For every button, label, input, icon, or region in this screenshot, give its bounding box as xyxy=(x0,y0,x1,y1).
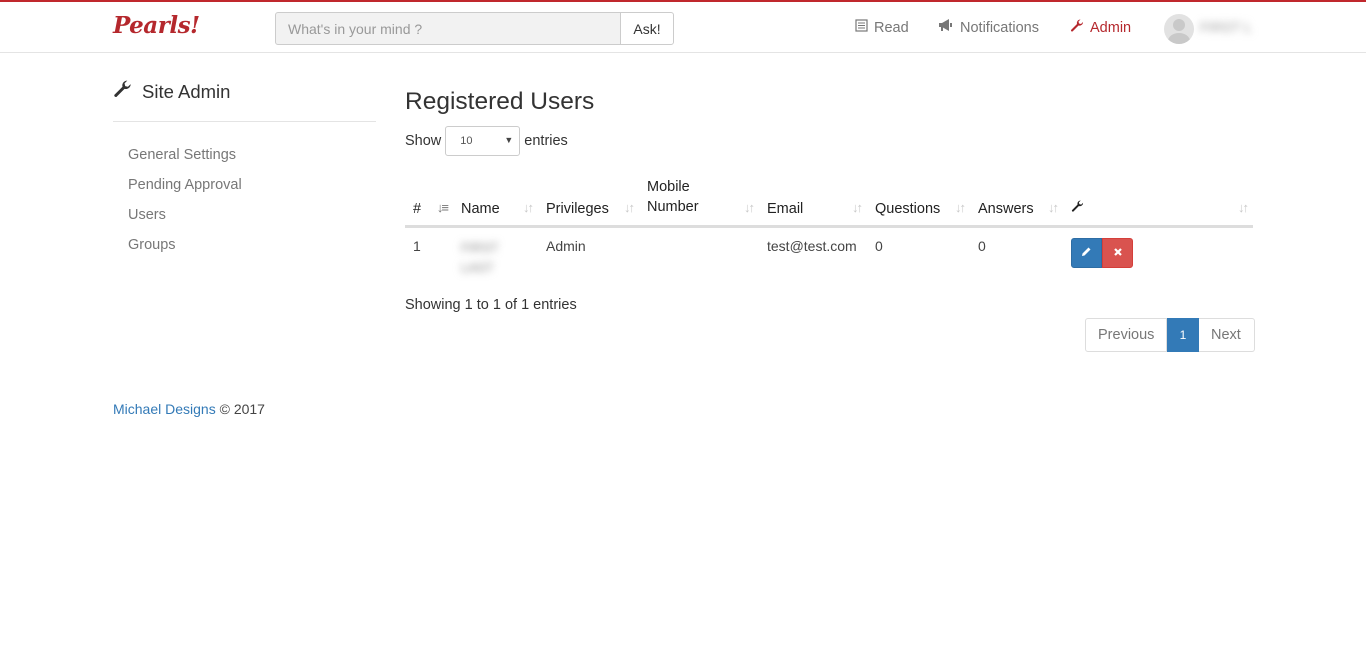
sidebar-item-users[interactable]: Users xyxy=(128,207,242,237)
column-header-label: Answers xyxy=(978,200,1034,217)
cell-answers: 0 xyxy=(978,237,986,254)
book-icon xyxy=(855,19,868,36)
column-header-label: Email xyxy=(767,200,804,217)
column-header-mobile[interactable]: Mobile Number ↓↑ xyxy=(639,170,759,228)
user-last-name: LAST xyxy=(461,259,494,275)
edit-user-button[interactable] xyxy=(1071,237,1102,268)
pagination: Previous 1 Next xyxy=(1085,318,1255,352)
table-row: 1 FIRST LAST Admin test@test.com 0 0 xyxy=(405,226,1253,278)
entries-select-value: 10 xyxy=(460,135,473,147)
avatar[interactable] xyxy=(1164,14,1194,44)
pagination-next[interactable]: Next xyxy=(1199,318,1255,352)
sort-icon: ↓↑ xyxy=(523,199,534,215)
sidebar-title: Site Admin xyxy=(113,80,230,104)
sidebar-item-pending-approval[interactable]: Pending Approval xyxy=(128,177,242,207)
entries-length-control: Show 10 ▼ entries xyxy=(405,126,568,156)
column-header-privileges[interactable]: Privileges ↓↑ xyxy=(538,170,639,228)
brand-logo[interactable]: Pearls! xyxy=(113,12,200,39)
ask-button[interactable]: Ask! xyxy=(620,12,674,45)
pagination-previous[interactable]: Previous xyxy=(1085,318,1167,352)
column-header-answers[interactable]: Answers ↓↑ xyxy=(970,170,1063,228)
users-table: # ↓≡ Name ↓↑ Privileges ↓↑ Mobile Number ↓↑ … xyxy=(405,170,1253,278)
footer-company-link[interactable]: Michael Designs xyxy=(113,401,216,417)
wrench-icon xyxy=(1071,199,1084,217)
footer: Michael Designs © 2017 xyxy=(113,401,265,417)
sort-icon: ↓↑ xyxy=(1238,199,1249,215)
column-header-label: Questions xyxy=(875,200,941,217)
nav-notifications-label: Notifications xyxy=(960,19,1039,36)
nav-read-label: Read xyxy=(874,19,909,36)
column-header-id[interactable]: # ↓≡ xyxy=(405,170,453,228)
sidebar-item-general-settings[interactable]: General Settings xyxy=(128,147,242,177)
search-input[interactable] xyxy=(275,12,621,45)
sidebar-title-label: Site Admin xyxy=(142,81,231,102)
cell-actions xyxy=(1063,226,1253,278)
cell-email: test@test.com xyxy=(767,237,857,254)
wrench-icon xyxy=(113,80,132,104)
row-actions xyxy=(1071,237,1253,268)
column-header-label: Name xyxy=(461,200,500,217)
cell-name: FIRST LAST xyxy=(453,226,538,278)
show-label: Show xyxy=(405,133,442,149)
sort-icon: ↓↑ xyxy=(852,199,863,215)
column-header-email[interactable]: Email ↓↑ xyxy=(759,170,867,228)
column-header-label: Privileges xyxy=(546,200,609,217)
sidebar-item-groups[interactable]: Groups xyxy=(128,237,242,267)
column-header-questions[interactable]: Questions ↓↑ xyxy=(867,170,970,228)
nav-read-link[interactable]: Read xyxy=(855,19,909,36)
column-header-label: # xyxy=(413,200,422,217)
nav-notifications-link[interactable]: Notifications xyxy=(938,19,1039,36)
sort-icon: ↓↑ xyxy=(744,199,755,215)
table-header-row: # ↓≡ Name ↓↑ Privileges ↓↑ Mobile Number ↓↑ … xyxy=(405,170,1253,228)
cell-privileges: Admin xyxy=(546,237,586,254)
nav-admin-link[interactable]: Admin xyxy=(1070,19,1131,37)
caret-down-icon: ▼ xyxy=(504,135,514,145)
user-name[interactable]: FIRST L xyxy=(1200,19,1252,35)
cell-mobile xyxy=(639,226,759,278)
footer-copyright: © 2017 xyxy=(219,401,265,417)
table-info: Showing 1 to 1 of 1 entries xyxy=(405,297,577,313)
sidebar-menu: General Settings Pending Approval Users … xyxy=(128,147,242,267)
entries-label: entries xyxy=(524,133,568,149)
bullhorn-icon xyxy=(938,19,954,36)
pagination-page[interactable]: 1 xyxy=(1167,318,1199,352)
page-title: Registered Users xyxy=(405,88,595,115)
entries-select[interactable]: 10 ▼ xyxy=(445,126,521,156)
cell-questions: 0 xyxy=(875,237,883,254)
column-header-actions[interactable]: ↓↑ xyxy=(1063,170,1253,228)
pencil-icon xyxy=(1081,246,1092,260)
sidebar-divider xyxy=(113,121,376,122)
sort-asc-icon: ↓≡ xyxy=(436,199,449,215)
wrench-icon xyxy=(1070,19,1084,37)
remove-icon xyxy=(1113,246,1123,260)
nav-admin-label: Admin xyxy=(1090,20,1132,36)
user-first-name: FIRST xyxy=(461,239,499,255)
sort-icon: ↓↑ xyxy=(1048,199,1059,215)
sort-icon: ↓↑ xyxy=(955,199,966,215)
column-header-name[interactable]: Name ↓↑ xyxy=(453,170,538,228)
top-navbar: Pearls! Ask! Read Notifications Admin FI… xyxy=(0,0,1366,53)
cell-id: 1 xyxy=(413,237,421,254)
column-header-label: Mobile Number xyxy=(647,178,699,215)
delete-user-button[interactable] xyxy=(1102,237,1133,268)
sort-icon: ↓↑ xyxy=(624,199,635,215)
